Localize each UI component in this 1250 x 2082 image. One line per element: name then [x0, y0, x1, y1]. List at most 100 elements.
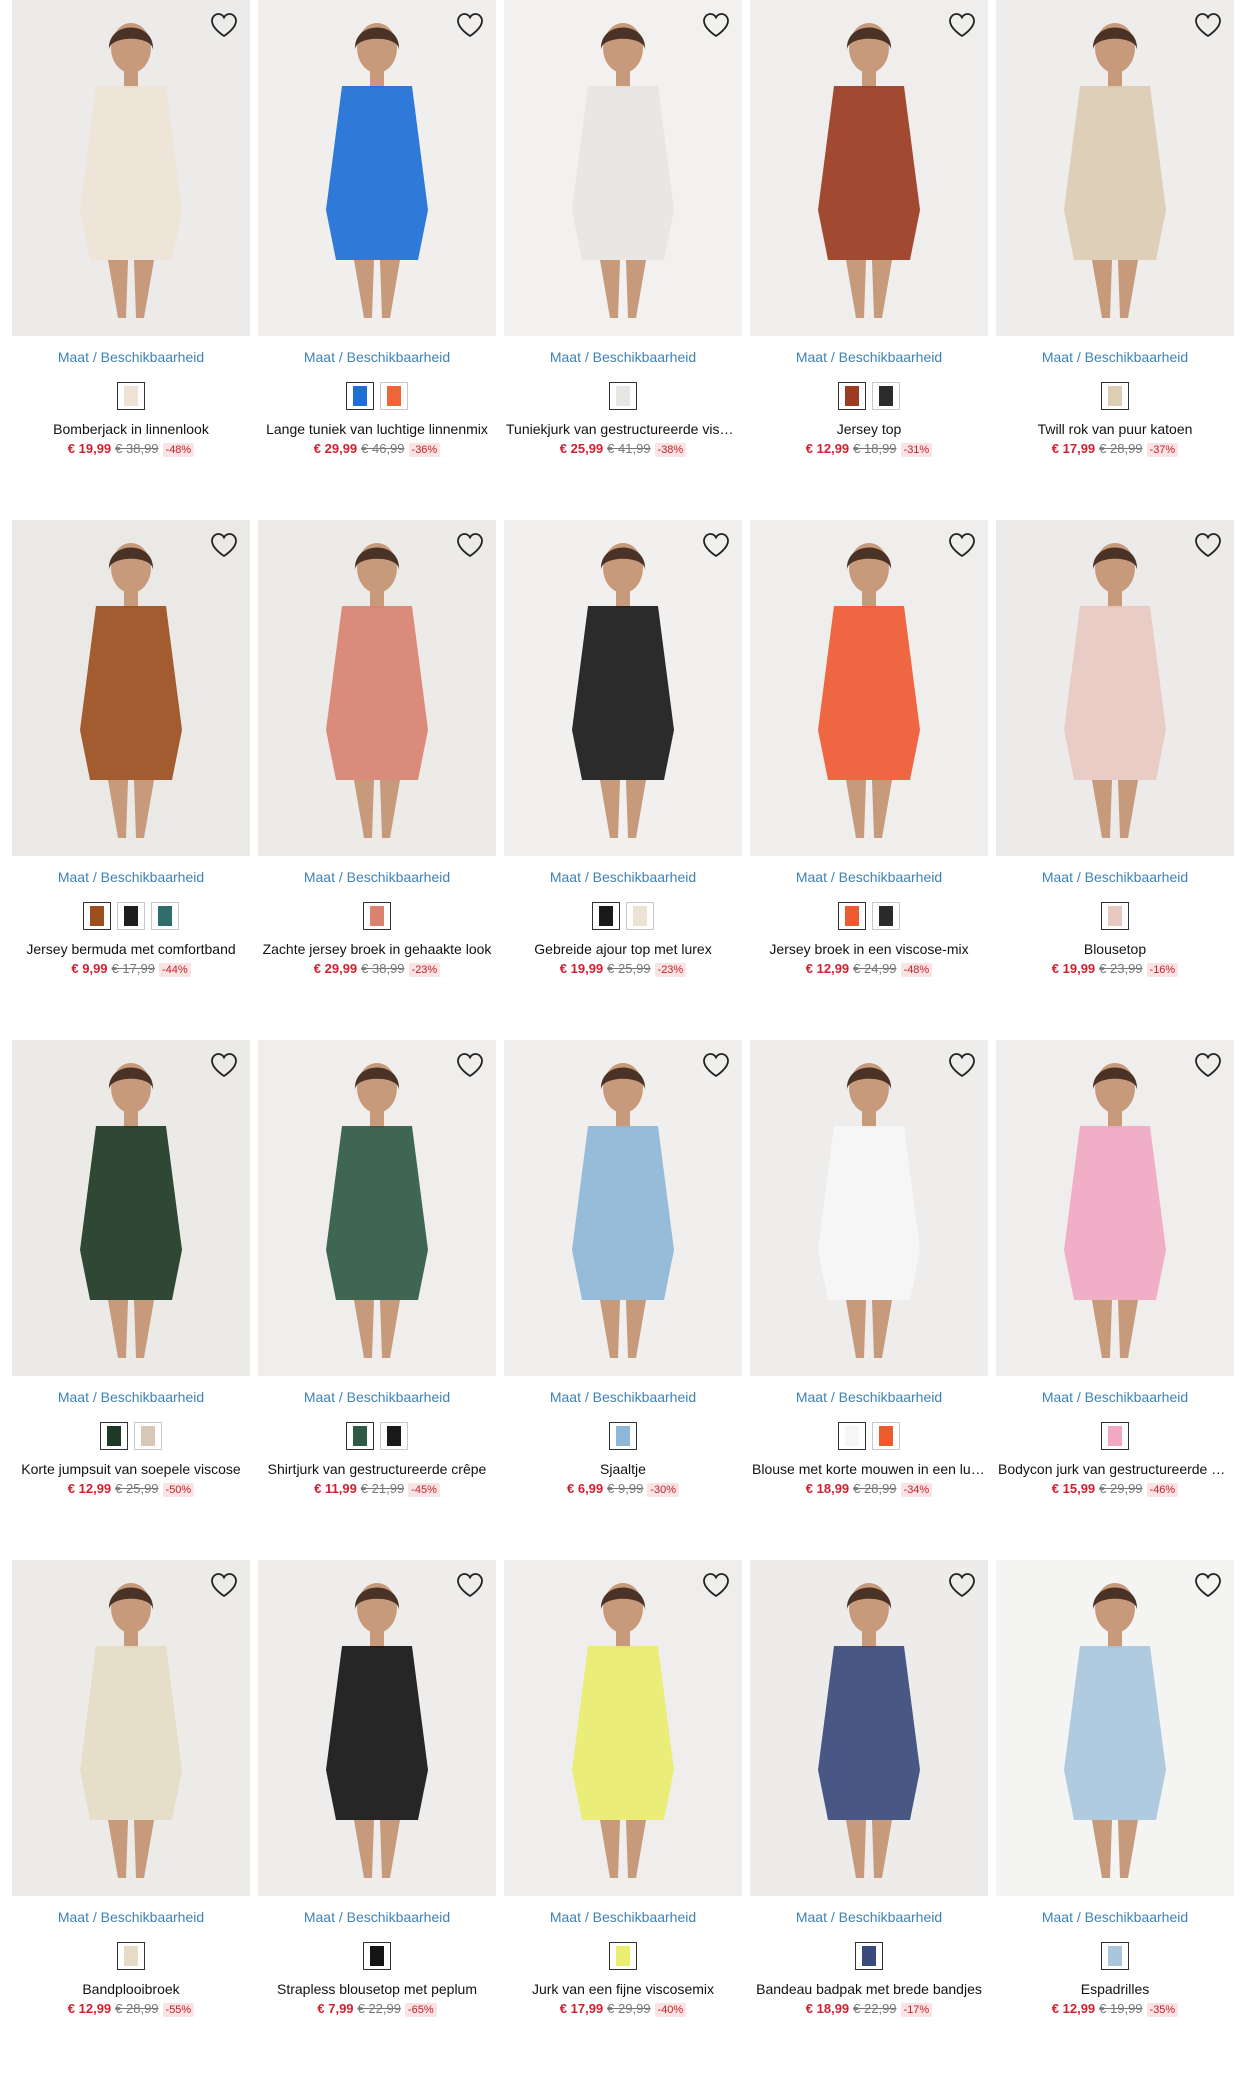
product-name[interactable]: Blousetop: [996, 940, 1234, 958]
product-card[interactable]: Maat / Beschikbaarheid Bodycon jurk van g…: [996, 1040, 1234, 1560]
wishlist-heart-icon[interactable]: [946, 1570, 978, 1600]
color-swatch[interactable]: [134, 1422, 162, 1450]
color-swatch[interactable]: [855, 1942, 883, 1970]
size-availability-link[interactable]: Maat / Beschikbaarheid: [504, 1388, 742, 1406]
product-card[interactable]: Maat / Beschikbaarheid Shirtjurk van gest…: [258, 1040, 496, 1560]
color-swatch[interactable]: [872, 382, 900, 410]
size-availability-link[interactable]: Maat / Beschikbaarheid: [996, 868, 1234, 886]
color-swatch[interactable]: [151, 902, 179, 930]
wishlist-heart-icon[interactable]: [454, 1050, 486, 1080]
product-image[interactable]: [258, 1040, 496, 1376]
size-availability-link[interactable]: Maat / Beschikbaarheid: [258, 1388, 496, 1406]
product-image[interactable]: [504, 0, 742, 336]
wishlist-heart-icon[interactable]: [1192, 1570, 1224, 1600]
color-swatch[interactable]: [609, 382, 637, 410]
color-swatch[interactable]: [1101, 902, 1129, 930]
product-image[interactable]: [12, 520, 250, 856]
product-name[interactable]: Espadrilles: [996, 1980, 1234, 1998]
product-card[interactable]: Maat / Beschikbaarheid Blouse met korte m…: [750, 1040, 988, 1560]
product-card[interactable]: Maat / Beschikbaarheid Bomberjack in linn…: [12, 0, 250, 520]
size-availability-link[interactable]: Maat / Beschikbaarheid: [12, 868, 250, 886]
product-card[interactable]: Maat / Beschikbaarheid Espadrilles € 12,99…: [996, 1560, 1234, 2080]
product-card[interactable]: Maat / Beschikbaarheid Korte jumpsuit van…: [12, 1040, 250, 1560]
product-name[interactable]: Sjaaltje: [504, 1460, 742, 1478]
size-availability-link[interactable]: Maat / Beschikbaarheid: [258, 868, 496, 886]
size-availability-link[interactable]: Maat / Beschikbaarheid: [750, 1388, 988, 1406]
wishlist-heart-icon[interactable]: [208, 1570, 240, 1600]
product-image[interactable]: [504, 1040, 742, 1376]
product-card[interactable]: Maat / Beschikbaarheid Jurk van een fijne…: [504, 1560, 742, 2080]
product-card[interactable]: Maat / Beschikbaarheid Bandplooibroek € 12…: [12, 1560, 250, 2080]
wishlist-heart-icon[interactable]: [946, 10, 978, 40]
color-swatch[interactable]: [872, 902, 900, 930]
product-card[interactable]: Maat / Beschikbaarheid Sjaaltje € 6,99 € 9,…: [504, 1040, 742, 1560]
size-availability-link[interactable]: Maat / Beschikbaarheid: [750, 348, 988, 366]
product-image[interactable]: [750, 520, 988, 856]
size-availability-link[interactable]: Maat / Beschikbaarheid: [12, 1908, 250, 1926]
color-swatch[interactable]: [872, 1422, 900, 1450]
product-name[interactable]: Bomberjack in linnenlook: [12, 420, 250, 438]
product-image[interactable]: [504, 1560, 742, 1896]
product-card[interactable]: Maat / Beschikbaarheid Twill rok van puur…: [996, 0, 1234, 520]
product-card[interactable]: Maat / Beschikbaarheid Jersey top € 12,99 €…: [750, 0, 988, 520]
size-availability-link[interactable]: Maat / Beschikbaarheid: [996, 348, 1234, 366]
product-image[interactable]: [996, 520, 1234, 856]
size-availability-link[interactable]: Maat / Beschikbaarheid: [504, 1908, 742, 1926]
color-swatch[interactable]: [1101, 382, 1129, 410]
wishlist-heart-icon[interactable]: [454, 10, 486, 40]
wishlist-heart-icon[interactable]: [700, 1570, 732, 1600]
product-image[interactable]: [12, 1560, 250, 1896]
product-image[interactable]: [12, 1040, 250, 1376]
size-availability-link[interactable]: Maat / Beschikbaarheid: [996, 1908, 1234, 1926]
color-swatch[interactable]: [346, 382, 374, 410]
product-name[interactable]: Blouse met korte mouwen in een luchtige …: [750, 1460, 988, 1478]
product-card[interactable]: Maat / Beschikbaarheid Zachte jersey broe…: [258, 520, 496, 1040]
size-availability-link[interactable]: Maat / Beschikbaarheid: [258, 348, 496, 366]
color-swatch[interactable]: [83, 902, 111, 930]
wishlist-heart-icon[interactable]: [946, 1050, 978, 1080]
color-swatch[interactable]: [346, 1422, 374, 1450]
product-name[interactable]: Jersey bermuda met comfortband: [12, 940, 250, 958]
wishlist-heart-icon[interactable]: [1192, 530, 1224, 560]
product-name[interactable]: Jersey top: [750, 420, 988, 438]
product-name[interactable]: Bodycon jurk van gestructureerde crêpe: [996, 1460, 1234, 1478]
product-card[interactable]: Maat / Beschikbaarheid Blousetop € 19,99 € …: [996, 520, 1234, 1040]
color-swatch[interactable]: [1101, 1942, 1129, 1970]
wishlist-heart-icon[interactable]: [208, 1050, 240, 1080]
product-image[interactable]: [996, 1560, 1234, 1896]
product-name[interactable]: Tuniekjurk van gestructureerde viscose: [504, 420, 742, 438]
color-swatch[interactable]: [363, 1942, 391, 1970]
color-swatch[interactable]: [117, 1942, 145, 1970]
product-image[interactable]: [750, 1560, 988, 1896]
size-availability-link[interactable]: Maat / Beschikbaarheid: [996, 1388, 1234, 1406]
wishlist-heart-icon[interactable]: [1192, 10, 1224, 40]
product-card[interactable]: Maat / Beschikbaarheid Tuniekjurk van ges…: [504, 0, 742, 520]
color-swatch[interactable]: [609, 1942, 637, 1970]
product-image[interactable]: [12, 0, 250, 336]
product-card[interactable]: Maat / Beschikbaarheid Jersey bermuda met…: [12, 520, 250, 1040]
product-card[interactable]: Maat / Beschikbaarheid Jersey broek in ee…: [750, 520, 988, 1040]
color-swatch[interactable]: [592, 902, 620, 930]
color-swatch[interactable]: [380, 1422, 408, 1450]
color-swatch[interactable]: [838, 902, 866, 930]
color-swatch[interactable]: [100, 1422, 128, 1450]
wishlist-heart-icon[interactable]: [208, 530, 240, 560]
color-swatch[interactable]: [380, 382, 408, 410]
product-image[interactable]: [996, 1040, 1234, 1376]
product-name[interactable]: Bandeau badpak met brede bandjes: [750, 1980, 988, 1998]
size-availability-link[interactable]: Maat / Beschikbaarheid: [750, 868, 988, 886]
product-name[interactable]: Korte jumpsuit van soepele viscose: [12, 1460, 250, 1478]
product-card[interactable]: Maat / Beschikbaarheid Bandeau badpak met…: [750, 1560, 988, 2080]
size-availability-link[interactable]: Maat / Beschikbaarheid: [504, 348, 742, 366]
product-name[interactable]: Shirtjurk van gestructureerde crêpe: [258, 1460, 496, 1478]
wishlist-heart-icon[interactable]: [700, 530, 732, 560]
product-image[interactable]: [750, 0, 988, 336]
color-swatch[interactable]: [838, 382, 866, 410]
product-card[interactable]: Maat / Beschikbaarheid Lange tuniek van l…: [258, 0, 496, 520]
product-card[interactable]: Maat / Beschikbaarheid Strapless blouseto…: [258, 1560, 496, 2080]
product-name[interactable]: Jurk van een fijne viscosemix: [504, 1980, 742, 1998]
color-swatch[interactable]: [117, 902, 145, 930]
color-swatch[interactable]: [626, 902, 654, 930]
size-availability-link[interactable]: Maat / Beschikbaarheid: [750, 1908, 988, 1926]
size-availability-link[interactable]: Maat / Beschikbaarheid: [504, 868, 742, 886]
